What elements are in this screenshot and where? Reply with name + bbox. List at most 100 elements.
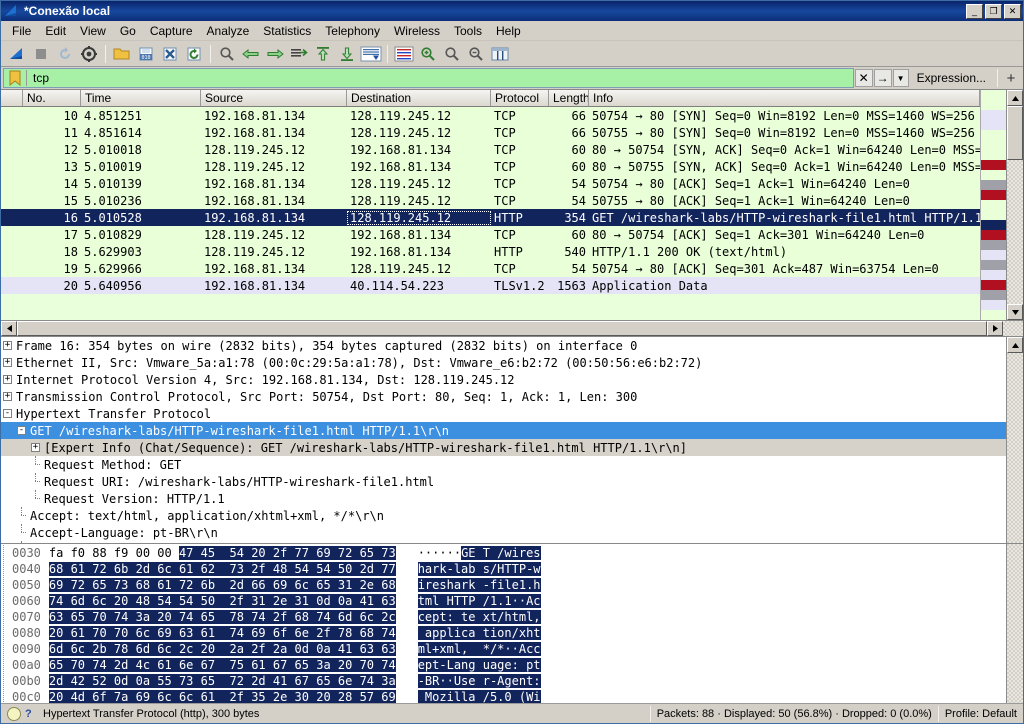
detail-tree-row[interactable]: Request URI: /wireshark-labs/HTTP-wiresh…	[1, 473, 1006, 490]
hex-ascii-row[interactable]: ept-Lang uage: pt	[417, 657, 541, 673]
zoom-reset-icon[interactable]	[464, 43, 488, 65]
detail-tree-row[interactable]: Accept: text/html, application/xhtml+xml…	[1, 507, 1006, 524]
expand-icon[interactable]: +	[31, 443, 40, 452]
resize-columns-icon[interactable]	[488, 43, 512, 65]
auto-scroll-icon[interactable]	[359, 43, 383, 65]
table-row[interactable]: 20 5.640956 192.168.81.134 40.114.54.223 TLS…	[1, 277, 980, 294]
zoom-in-icon[interactable]	[416, 43, 440, 65]
hscroll-right-icon[interactable]	[987, 321, 1003, 336]
menu-go[interactable]: Go	[113, 22, 143, 40]
expand-icon[interactable]: +	[3, 375, 12, 384]
help-icon[interactable]: ?	[25, 708, 37, 720]
menu-file[interactable]: File	[5, 22, 38, 40]
detail-tree-row[interactable]: Request Version: HTTP/1.1	[1, 490, 1006, 507]
detail-tree-row[interactable]: - GET /wireshark-labs/HTTP-wireshark-file…	[1, 422, 1006, 439]
menu-statistics[interactable]: Statistics	[256, 22, 318, 40]
hex-byte-row[interactable]: 20 61 70 70 6c 69 63 61 74 69 6f 6e 2f 7…	[48, 625, 396, 641]
hex-ascii-row[interactable]: -BR··Use r-Agent:	[417, 673, 541, 689]
hex-byte-row[interactable]: 6d 6c 2b 78 6d 6c 2c 20 2a 2f 2a 0d 0a 4…	[48, 641, 396, 657]
detail-tree-row[interactable]: + Transmission Control Protocol, Src Port…	[1, 388, 1006, 405]
find-packet-icon[interactable]	[215, 43, 239, 65]
table-row[interactable]: 19 5.629966 192.168.81.134 128.119.245.12 TC…	[1, 260, 980, 277]
hex-byte-row[interactable]: 20 4d 6f 7a 69 6c 6c 61 2f 35 2e 30 20 2…	[48, 689, 396, 703]
detail-tree-row[interactable]: Accept-Language: pt-BR\r\n	[1, 524, 1006, 541]
scrollbar-thumb[interactable]	[1007, 106, 1023, 160]
filter-text[interactable]: tcp	[27, 71, 853, 85]
column-protocol[interactable]: Protocol	[491, 90, 549, 106]
display-filter-input[interactable]: tcp	[3, 68, 854, 88]
hscroll-left-icon[interactable]	[1, 321, 17, 336]
bookmark-icon[interactable]	[7, 70, 23, 87]
hex-ascii-row[interactable]: cept: te xt/html,	[417, 609, 541, 625]
column-time[interactable]: Time	[81, 90, 201, 106]
detail-tree-row[interactable]: + Frame 16: 354 bytes on wire (2832 bits)…	[1, 337, 1006, 354]
go-last-packet-icon[interactable]	[335, 43, 359, 65]
hex-dump[interactable]: 0030 0040 0050 0060 0070 0080 0090 00a0 00b0 00c0…	[1, 544, 1006, 703]
menu-capture[interactable]: Capture	[143, 22, 200, 40]
restart-capture-icon[interactable]	[53, 43, 77, 65]
scroll-up-icon[interactable]	[1007, 90, 1023, 106]
expand-icon[interactable]: +	[3, 392, 12, 401]
hex-byte-row[interactable]: 74 6d 6c 20 48 54 54 50 2f 31 2e 31 0d 0…	[48, 593, 396, 609]
hex-scrollbar[interactable]	[1006, 544, 1023, 703]
go-back-icon[interactable]	[239, 43, 263, 65]
status-profile[interactable]: Profile: Default	[939, 704, 1023, 723]
detail-tree-row[interactable]: + [Expert Info (Chat/Sequence): GET /wire…	[1, 439, 1006, 456]
hex-byte-row[interactable]: 68 61 72 6b 2d 6c 61 62 73 2f 48 54 54 5…	[48, 561, 396, 577]
hex-ascii-row[interactable]: ml+xml, */*··Acc	[417, 641, 541, 657]
colorize-icon[interactable]	[392, 43, 416, 65]
menu-view[interactable]: View	[73, 22, 113, 40]
detail-tree-row[interactable]: + Ethernet II, Src: Vmware_5a:a1:78 (00:0…	[1, 354, 1006, 371]
scroll-down-icon[interactable]	[1007, 304, 1023, 320]
hex-ascii-row[interactable]: Mozilla /5.0 (Wi	[417, 689, 541, 703]
packet-detail-tree[interactable]: + Frame 16: 354 bytes on wire (2832 bits)…	[1, 337, 1006, 543]
table-row[interactable]: 10 4.851251 192.168.81.134 128.119.245.12 TC…	[1, 107, 980, 124]
column-info[interactable]: Info	[589, 90, 980, 106]
table-row[interactable]: 17 5.010829 128.119.245.12 192.168.81.134 TC…	[1, 226, 980, 243]
close-button[interactable]: ✕	[1004, 3, 1021, 19]
table-row[interactable]: 14 5.010139 192.168.81.134 128.119.245.12 TC…	[1, 175, 980, 192]
column-length[interactable]: Length	[549, 90, 589, 106]
add-filter-button[interactable]: +	[1001, 70, 1021, 87]
column-destination[interactable]: Destination	[347, 90, 491, 106]
hex-ascii-row[interactable]: hark-lab s/HTTP-w	[417, 561, 541, 577]
filter-expression-button[interactable]: Expression...	[909, 71, 994, 85]
clear-filter-button[interactable]: ✕	[854, 69, 873, 87]
menu-edit[interactable]: Edit	[38, 22, 73, 40]
packet-list-hscrollbar[interactable]	[1, 320, 1023, 336]
table-row[interactable]: 18 5.629903 128.119.245.12 192.168.81.134 HT…	[1, 243, 980, 260]
filter-history-dropdown[interactable]: ▼	[892, 69, 909, 87]
hex-byte-row[interactable]: 63 65 70 74 3a 20 74 65 78 74 2f 68 74 6…	[48, 609, 396, 625]
hex-byte-row[interactable]: 2d 42 52 0d 0a 55 73 65 72 2d 41 67 65 6…	[48, 673, 396, 689]
detail-scrollbar[interactable]	[1006, 337, 1023, 543]
maximize-button[interactable]: ❐	[985, 3, 1002, 19]
column-source[interactable]: Source	[201, 90, 347, 106]
start-capture-icon[interactable]	[5, 43, 29, 65]
detail-tree-row[interactable]: + Internet Protocol Version 4, Src: 192.1…	[1, 371, 1006, 388]
menu-wireless[interactable]: Wireless	[387, 22, 447, 40]
scrollbar-track[interactable]	[1007, 160, 1023, 304]
detail-tree-row[interactable]: Request Method: GET	[1, 456, 1006, 473]
menu-analyze[interactable]: Analyze	[200, 22, 257, 40]
table-row[interactable]: 13 5.010019 128.119.245.12 192.168.81.134 TC…	[1, 158, 980, 175]
expand-icon[interactable]: +	[3, 358, 12, 367]
go-first-packet-icon[interactable]	[311, 43, 335, 65]
zoom-out-icon[interactable]	[440, 43, 464, 65]
table-row[interactable]: 15 5.010236 192.168.81.134 128.119.245.12 TC…	[1, 192, 980, 209]
hex-ascii-row[interactable]: ······GE T /wires	[417, 545, 541, 561]
open-file-icon[interactable]	[110, 43, 134, 65]
hex-ascii-row[interactable]: tml HTTP /1.1··Ac	[417, 593, 541, 609]
packet-list-scrollbar[interactable]	[1006, 90, 1023, 320]
reload-file-icon[interactable]	[182, 43, 206, 65]
column-no[interactable]: No.	[23, 90, 81, 106]
stop-capture-icon[interactable]	[29, 43, 53, 65]
menu-help[interactable]: Help	[489, 22, 528, 40]
hex-bytes-column[interactable]: fa f0 88 f9 00 00 47 45 54 20 2f 77 69 7…	[48, 545, 396, 703]
hex-byte-row[interactable]: 69 72 65 73 68 61 72 6b 2d 66 69 6c 65 3…	[48, 577, 396, 593]
detail-scroll-track[interactable]	[1007, 353, 1023, 543]
menu-tools[interactable]: Tools	[447, 22, 489, 40]
capture-options-icon[interactable]	[77, 43, 101, 65]
collapse-icon[interactable]: -	[3, 409, 12, 418]
packet-list-rows[interactable]: 10 4.851251 192.168.81.134 128.119.245.12 TC…	[1, 107, 980, 320]
table-row[interactable]: 16 5.010528 192.168.81.134 128.119.245.12 HT…	[1, 209, 980, 226]
